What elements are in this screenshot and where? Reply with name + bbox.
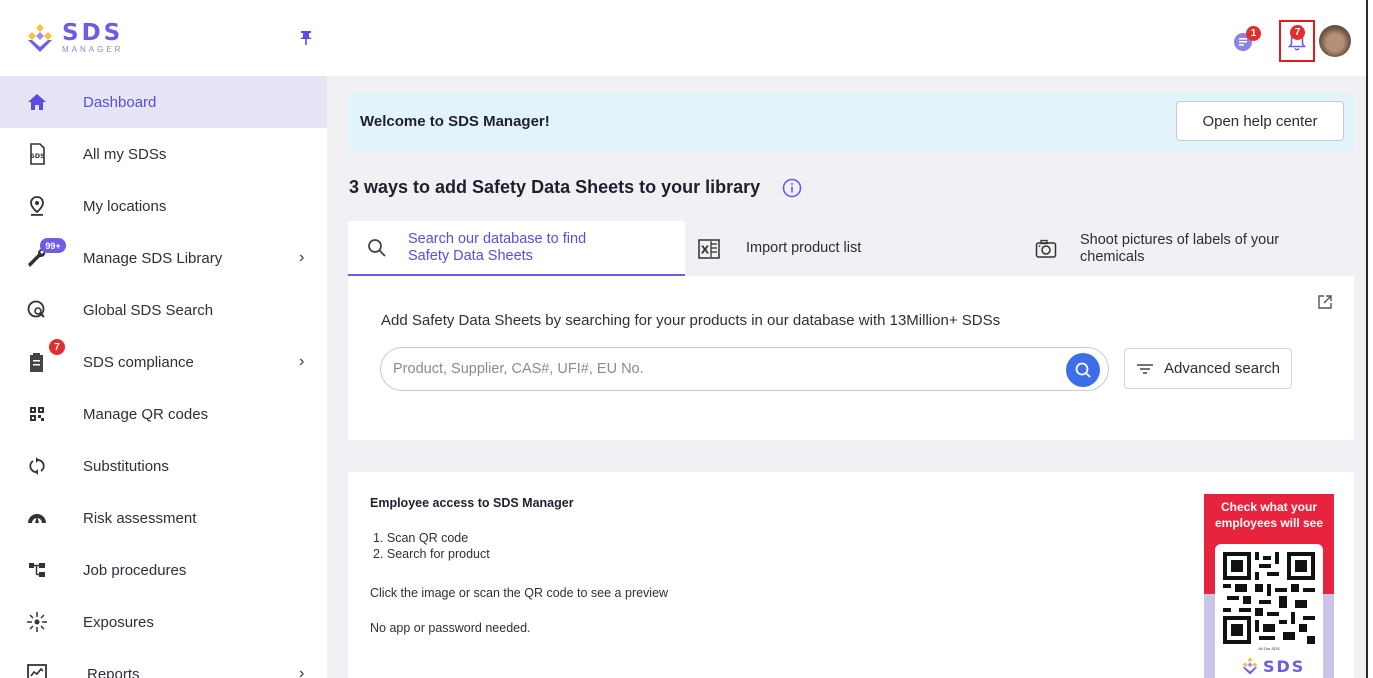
- sidebar-item-label: Exposures: [83, 613, 154, 631]
- sidebar-item-label: Manage SDS Library: [83, 249, 223, 267]
- logo-diamond-icon: [28, 24, 52, 52]
- search-input[interactable]: [393, 358, 1053, 380]
- logo-diamond-icon: [1242, 657, 1258, 675]
- tab-label: Shoot pictures of labels of your: [1080, 231, 1280, 248]
- promo-line: employees will see: [1214, 516, 1324, 530]
- tab-label: chemicals: [1080, 248, 1145, 265]
- employee-preview-image[interactable]: Check what your employees will see All O…: [1204, 494, 1334, 678]
- swap-icon: [29, 457, 45, 475]
- employee-steps: 1. Scan QR code 2. Search for product: [370, 530, 490, 562]
- report-chart-icon: [27, 664, 47, 678]
- welcome-banner: Welcome to SDS Manager! Open help center: [348, 93, 1354, 151]
- promo-brand: SDS: [1263, 656, 1306, 676]
- no-app-note: No app or password needed.: [370, 621, 531, 635]
- promo-logo: SDS: [1239, 655, 1305, 677]
- ways-title: 3 ways to add Safety Data Sheets to your…: [349, 177, 761, 197]
- sidebar-item-label: My locations: [83, 197, 167, 215]
- sidebar-item-label: Dashboard: [83, 93, 157, 111]
- hierarchy-icon: [29, 563, 45, 577]
- sidebar-item-manage-sds-library[interactable]: 99+ Manage SDS Library ›: [0, 232, 327, 284]
- qr-caption: All Our SDS: [1258, 646, 1280, 651]
- sidebar-badge: 7: [49, 339, 65, 355]
- step-item: 1. Scan QR code: [373, 531, 469, 545]
- excel-icon: X: [698, 238, 720, 259]
- chat-button[interactable]: 1: [1232, 26, 1261, 53]
- employee-access-panel: Employee access to SDS Manager 1. Scan Q…: [348, 472, 1354, 678]
- qr-code-image: [1223, 552, 1315, 644]
- clipboard-icon: [30, 353, 43, 372]
- sidebar-item-label: Global SDS Search: [83, 301, 214, 319]
- open-help-center-button[interactable]: Open help center: [1176, 101, 1344, 141]
- info-icon[interactable]: [782, 178, 802, 198]
- sds-document-icon: SDS: [30, 143, 45, 165]
- home-icon: [28, 94, 46, 110]
- tab-label: Safety Data Sheets: [408, 247, 533, 264]
- notification-badge: 7: [1290, 25, 1305, 40]
- sidebar-item-job-procedures[interactable]: Job procedures: [0, 544, 327, 596]
- advanced-search-button[interactable]: Advanced search: [1124, 348, 1292, 389]
- tab-shoot-pictures[interactable]: Shoot pictures of labels of your chemica…: [1035, 221, 1355, 276]
- promo-line: Check what your: [1220, 500, 1318, 514]
- search-icon: [368, 238, 386, 257]
- preview-instructions: Click the image or scan the QR code to s…: [370, 586, 669, 600]
- sidebar-item-sds-compliance[interactable]: 7 SDS compliance ›: [0, 336, 327, 388]
- sidebar: Dashboard SDS All my SDSs My locations 9…: [0, 76, 327, 678]
- sidebar-item-label: Job procedures: [83, 561, 187, 579]
- open-external-icon[interactable]: [1317, 294, 1333, 310]
- sidebar-item-label: Manage QR codes: [83, 405, 209, 423]
- sidebar-item-substitutions[interactable]: Substitutions: [0, 440, 327, 492]
- search-description: Add Safety Data Sheets by searching for …: [381, 312, 1001, 329]
- sidebar-item-label: SDS compliance: [83, 353, 194, 371]
- tab-label: Search our database to find: [408, 230, 587, 247]
- sidebar-item-reports[interactable]: Reports ›: [0, 648, 327, 678]
- employee-access-title: Employee access to SDS Manager: [370, 496, 574, 510]
- sds-manager-logo[interactable]: SDS MANAGER: [22, 20, 123, 56]
- tab-import-product-list[interactable]: X Import product list: [698, 221, 998, 276]
- main-content: Welcome to SDS Manager! Open help center…: [327, 76, 1366, 678]
- sidebar-item-label: Reports: [87, 665, 140, 678]
- location-pin-icon: [30, 196, 44, 216]
- chevron-right-icon: ›: [299, 353, 305, 370]
- chevron-right-icon: ›: [299, 665, 305, 678]
- qr-code-icon: [30, 407, 44, 421]
- sidebar-item-label: All my SDSs: [83, 145, 167, 163]
- sidebar-item-global-sds-search[interactable]: Global SDS Search: [0, 284, 327, 336]
- top-bar: SDS MANAGER 1 7: [0, 0, 1366, 76]
- global-search-icon: [27, 300, 45, 318]
- advanced-search-label: Advanced search: [1164, 360, 1280, 377]
- logo-title: SDS: [62, 20, 124, 46]
- sidebar-item-label: Substitutions: [83, 457, 169, 475]
- filter-icon: [1137, 363, 1154, 374]
- gauge-icon: [28, 514, 46, 523]
- sidebar-item-label: Risk assessment: [83, 509, 197, 527]
- chevron-right-icon: ›: [299, 249, 305, 266]
- sidebar-item-risk-assessment[interactable]: Risk assessment: [0, 492, 327, 544]
- tab-label: Import product list: [746, 240, 862, 257]
- window-edge: [1366, 0, 1368, 678]
- camera-icon: [1035, 239, 1057, 258]
- step-item: 2. Search for product: [373, 547, 490, 561]
- search-panel: Add Safety Data Sheets by searching for …: [348, 276, 1354, 440]
- sidebar-badge: 99+: [40, 238, 66, 253]
- tab-search-database[interactable]: Search our database to find Safety Data …: [348, 221, 685, 276]
- welcome-title: Welcome to SDS Manager!: [360, 113, 550, 130]
- promo-card: All Our SDS SDS: [1215, 544, 1323, 678]
- sidebar-item-exposures[interactable]: Exposures: [0, 596, 327, 648]
- pin-icon[interactable]: [299, 30, 313, 46]
- search-button[interactable]: [1066, 353, 1100, 387]
- search-icon: [1075, 362, 1091, 378]
- exposure-icon: [27, 612, 47, 632]
- user-avatar[interactable]: [1319, 25, 1351, 57]
- sidebar-item-dashboard[interactable]: Dashboard: [0, 76, 327, 128]
- notifications-button[interactable]: 7: [1279, 20, 1315, 62]
- ways-heading: 3 ways to add Safety Data Sheets to your…: [349, 177, 802, 198]
- svg-text:SDS: SDS: [30, 152, 45, 160]
- svg-text:X: X: [701, 243, 710, 256]
- logo-subtitle: MANAGER: [62, 45, 124, 54]
- sidebar-item-my-locations[interactable]: My locations: [0, 180, 327, 232]
- sidebar-item-all-my-sdss[interactable]: SDS All my SDSs: [0, 128, 327, 180]
- search-field[interactable]: [380, 347, 1109, 391]
- chat-badge: 1: [1246, 26, 1261, 41]
- sidebar-item-manage-qr-codes[interactable]: Manage QR codes: [0, 388, 327, 440]
